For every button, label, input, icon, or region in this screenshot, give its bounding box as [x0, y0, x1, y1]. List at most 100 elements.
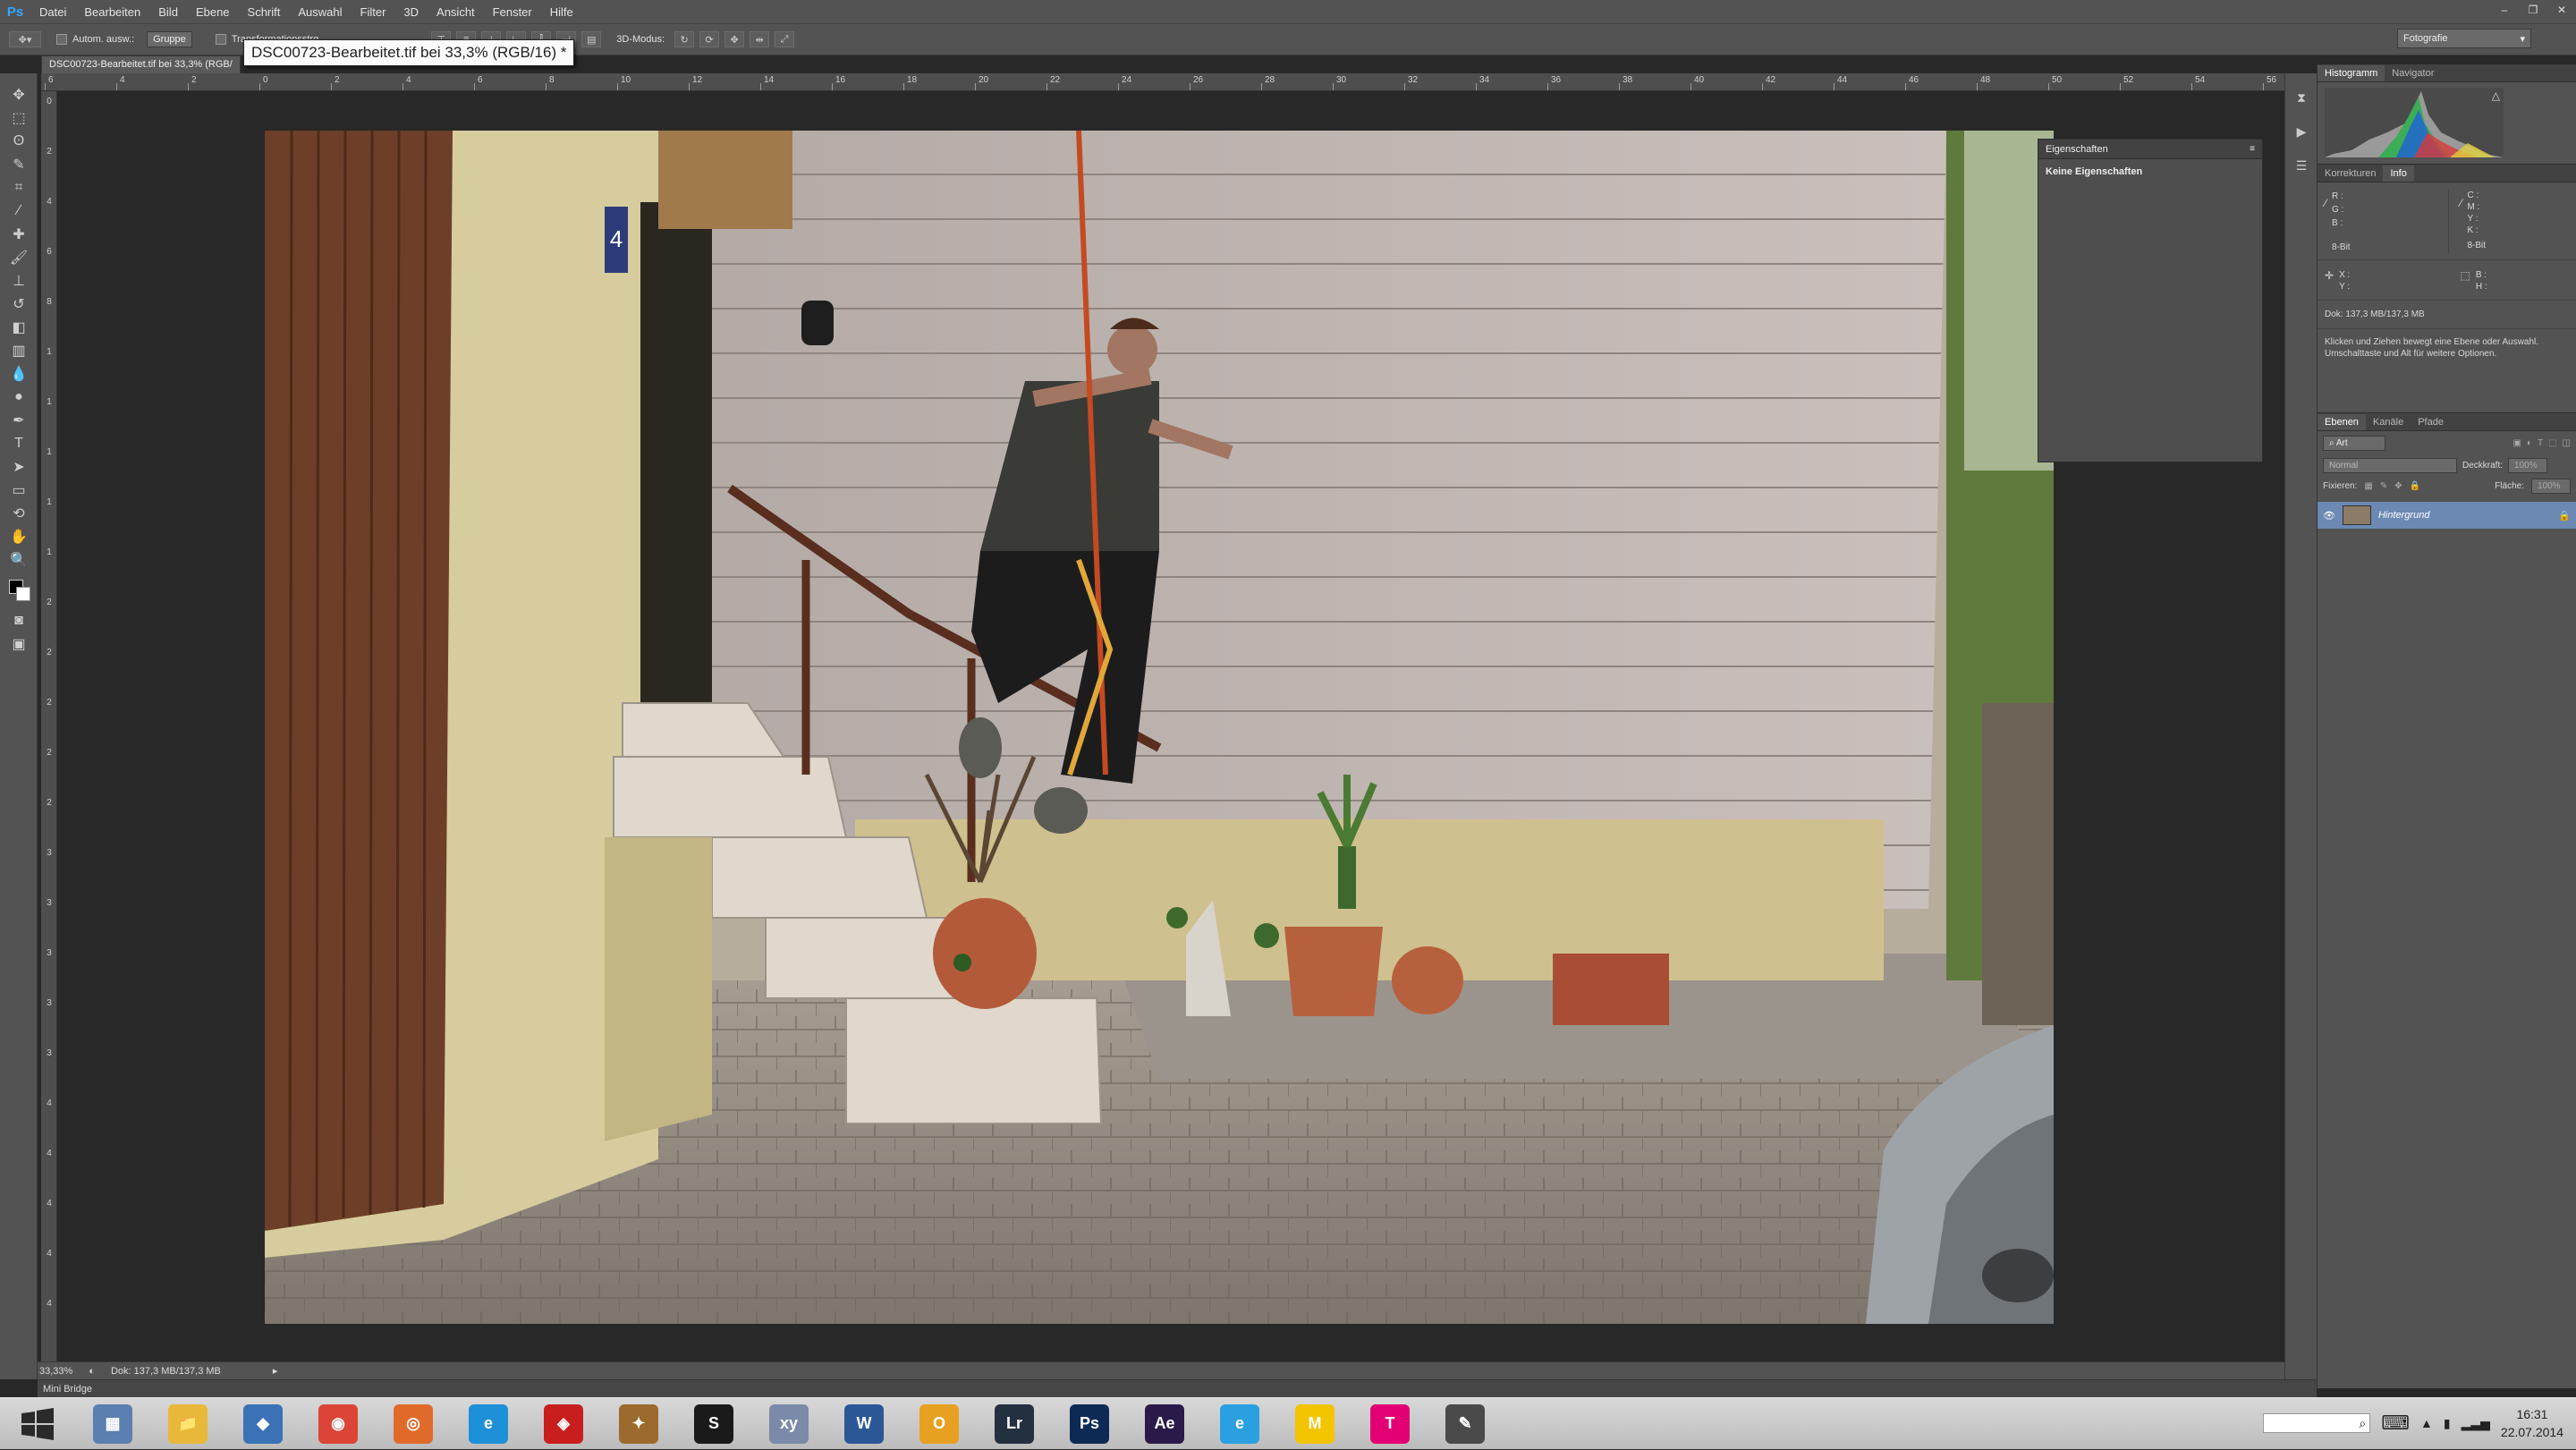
taskbar-app-internet-explorer-2[interactable]: e — [1202, 1398, 1277, 1450]
taskbar-app-app-blue[interactable]: ◆ — [225, 1398, 301, 1450]
taskbar-app-app-orange[interactable]: ◎ — [376, 1398, 451, 1450]
fill-field[interactable]: 100% — [2531, 479, 2571, 494]
tray-expand-icon[interactable]: ▲ — [2420, 1416, 2433, 1430]
taskbar-app-explorer[interactable]: 📁 — [150, 1398, 225, 1450]
menu-item-filter[interactable]: Filter — [352, 5, 395, 19]
taskbar-app-outlook[interactable]: O — [902, 1398, 977, 1450]
workspace-select[interactable]: Fotografie ▾ — [2397, 29, 2531, 48]
lock-all-icon[interactable]: 🔒 — [2410, 481, 2420, 491]
marquee-tool-icon[interactable]: ⬚ — [5, 107, 32, 129]
move-tool-preset-icon[interactable]: ✥▾ — [9, 31, 41, 47]
taskbar-app-chrome[interactable]: ◉ — [301, 1398, 376, 1450]
tab-layers[interactable]: Ebenen — [2318, 414, 2366, 430]
shape-tool-icon[interactable]: ▭ — [5, 479, 32, 501]
taskbar-app-calculator[interactable]: ▦ — [75, 1398, 150, 1450]
menu-item-3d[interactable]: 3D — [394, 5, 428, 19]
pen-tool-icon[interactable]: ✒ — [5, 410, 32, 431]
clone-stamp-tool-icon[interactable]: ⊥ — [5, 270, 32, 292]
restore-button[interactable]: ❐ — [2519, 0, 2547, 20]
taskbar-app-app-dark[interactable]: ✎ — [1428, 1398, 1503, 1450]
filter-adjustment-icon[interactable]: ◐ — [2527, 438, 2532, 448]
hand-tool-icon[interactable]: ✋ — [5, 526, 32, 547]
screen-mode-icon[interactable]: ▣ — [5, 633, 32, 655]
layer-filter-select[interactable]: ⌕ Art — [2323, 436, 2385, 451]
menu-item-hilfe[interactable]: Hilfe — [541, 5, 582, 19]
taskbar-search[interactable]: ⌕ — [2263, 1413, 2371, 1433]
auto-select-target-select[interactable]: Gruppe — [147, 31, 192, 47]
blur-tool-icon[interactable]: 💧 — [5, 363, 32, 385]
document-tab[interactable]: DSC00723-Bearbeitet.tif bei 33,3% (RGB/ — [41, 55, 241, 73]
menu-item-bild[interactable]: Bild — [149, 5, 187, 19]
tab-paths[interactable]: Pfade — [2411, 414, 2451, 430]
properties-panel-icon[interactable]: ☰ — [2291, 156, 2312, 175]
move-tool-icon[interactable]: ✥ — [5, 84, 32, 106]
tab-navigator[interactable]: Navigator — [2385, 65, 2441, 81]
eyedropper-tool-icon[interactable]: ⁄ — [5, 200, 32, 222]
3d-scale-icon[interactable]: ⤢ — [775, 31, 795, 47]
3d-roll-icon[interactable]: ⟳ — [699, 31, 720, 47]
filter-smart-object-icon[interactable]: ◫ — [2563, 438, 2571, 448]
warning-icon[interactable]: △ — [2492, 89, 2500, 102]
lock-transparency-icon[interactable]: ▦ — [2364, 481, 2372, 491]
tab-adjustments[interactable]: Korrekturen — [2318, 165, 2383, 182]
taskbar-app-after-effects[interactable]: Ae — [1127, 1398, 1202, 1450]
clock[interactable]: 16:31 22.07.2014 — [2501, 1405, 2563, 1441]
path-selection-tool-icon[interactable]: ➤ — [5, 456, 32, 478]
taskbar-app-app-red[interactable]: ◈ — [526, 1398, 601, 1450]
gradient-tool-icon[interactable]: ▥ — [5, 340, 32, 361]
tab-info[interactable]: Info — [2383, 165, 2414, 182]
filter-shape-icon[interactable]: ⬚ — [2548, 438, 2556, 448]
taskbar-app-app-s[interactable]: S — [676, 1398, 751, 1450]
background-color-swatch[interactable] — [16, 587, 30, 601]
menu-item-bearbeiten[interactable]: Bearbeiten — [75, 5, 149, 19]
quick-selection-tool-icon[interactable]: ✎ — [5, 154, 32, 175]
taskbar-app-lightroom[interactable]: Lr — [977, 1398, 1052, 1450]
color-swatches[interactable] — [5, 576, 32, 605]
menu-item-schrift[interactable]: Schrift — [239, 5, 290, 19]
minimize-button[interactable]: – — [2490, 0, 2519, 20]
taskbar-app-app-xy[interactable]: xy — [751, 1398, 826, 1450]
taskbar-app-photoshop[interactable]: Ps — [1052, 1398, 1127, 1450]
mini-bridge-tab[interactable]: Mini Bridge — [38, 1379, 2317, 1397]
lock-position-icon[interactable]: ✥ — [2394, 481, 2402, 491]
3d-slide-icon[interactable]: ⇹ — [750, 31, 770, 47]
filter-pixel-icon[interactable]: ▣ — [2512, 438, 2521, 448]
history-brush-tool-icon[interactable]: ↺ — [5, 293, 32, 315]
menu-item-auswahl[interactable]: Auswahl — [289, 5, 351, 19]
lasso-tool-icon[interactable]: ʘ — [5, 131, 32, 152]
menu-item-ebene[interactable]: Ebene — [187, 5, 239, 19]
transform-controls-checkbox[interactable] — [215, 34, 226, 45]
menu-item-ansicht[interactable]: Ansicht — [428, 5, 484, 19]
taskbar-app-telekom[interactable]: T — [1352, 1398, 1428, 1450]
document-image[interactable]: 4 — [265, 131, 2054, 1324]
filter-type-icon[interactable]: T — [2538, 438, 2543, 448]
network-icon[interactable]: ▮ — [2444, 1416, 2451, 1431]
start-button[interactable] — [0, 1398, 75, 1450]
3d-rotate-icon[interactable]: ↻ — [674, 31, 695, 47]
quick-mask-icon[interactable]: ◙ — [5, 610, 32, 632]
healing-brush-tool-icon[interactable]: ✚ — [5, 224, 32, 245]
actions-panel-icon[interactable]: ▶ — [2291, 122, 2312, 141]
opacity-field[interactable]: 100% — [2508, 458, 2548, 473]
zoom-tool-icon[interactable]: 🔍 — [5, 549, 32, 571]
taskbar-app-internet-explorer[interactable]: e — [451, 1398, 526, 1450]
signal-icon[interactable]: ▂▃▅ — [2462, 1416, 2490, 1431]
auto-select-checkbox[interactable] — [56, 34, 67, 45]
eye-icon[interactable]: 👁 — [2323, 510, 2335, 521]
panel-menu-icon[interactable]: ≡ — [2250, 144, 2255, 154]
keyboard-icon[interactable]: ⌨ — [2381, 1412, 2410, 1435]
eraser-tool-icon[interactable]: ◧ — [5, 317, 32, 338]
blend-mode-select[interactable]: Normal — [2323, 458, 2457, 473]
lock-pixels-icon[interactable]: ✎ — [2380, 481, 2387, 491]
close-button[interactable]: ✕ — [2547, 0, 2576, 20]
3d-tool-icon[interactable]: ⟲ — [5, 503, 32, 524]
layer-row[interactable]: 👁 Hintergrund 🔒 — [2318, 502, 2576, 529]
type-tool-icon[interactable]: T — [5, 433, 32, 454]
menu-item-datei[interactable]: Datei — [30, 5, 75, 19]
taskbar-app-app-wolf[interactable]: ✦ — [601, 1398, 676, 1450]
history-panel-icon[interactable]: ⧗ — [2291, 88, 2312, 107]
zoom-level[interactable]: 33,33% — [39, 1366, 72, 1377]
menu-item-fenster[interactable]: Fenster — [484, 5, 541, 19]
taskbar-app-mcdonalds[interactable]: M — [1277, 1398, 1352, 1450]
tab-channels[interactable]: Kanäle — [2366, 414, 2411, 430]
